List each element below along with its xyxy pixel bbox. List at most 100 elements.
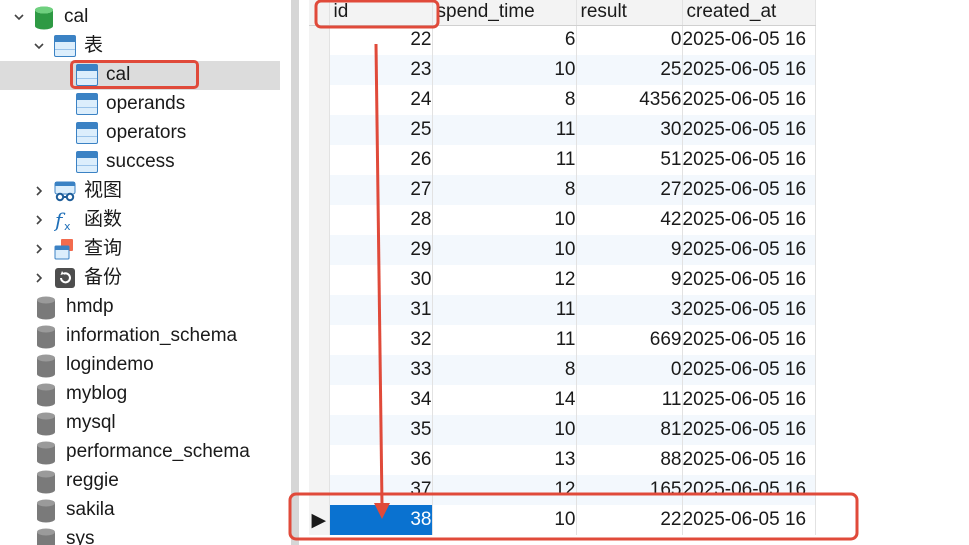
tree-node-database[interactable]: reggie xyxy=(36,467,119,495)
cell-id[interactable]: 30 xyxy=(329,265,433,295)
table-row[interactable]: 25 11 30 2025-06-05 16 xyxy=(309,115,816,145)
cell-created-at[interactable]: 2025-06-05 16 xyxy=(682,505,816,535)
tree-node-backups-folder[interactable]: 备份 xyxy=(32,264,122,292)
cell-spend-time[interactable]: 11 xyxy=(432,325,577,355)
cell-result[interactable]: 4356 xyxy=(576,85,683,115)
cell-created-at[interactable]: 2025-06-05 16 xyxy=(682,175,816,205)
cell-result[interactable]: 25 xyxy=(576,55,683,85)
cell-spend-time[interactable]: 10 xyxy=(432,415,577,445)
cell-id[interactable]: 32 xyxy=(329,325,433,355)
cell-result[interactable]: 88 xyxy=(576,445,683,475)
column-header-created-at[interactable]: created_at xyxy=(682,0,816,26)
cell-result[interactable]: 165 xyxy=(576,475,683,505)
cell-spend-time[interactable]: 14 xyxy=(432,385,577,415)
cell-id[interactable]: 36 xyxy=(329,445,433,475)
table-row[interactable]: 22 6 0 2025-06-05 16 xyxy=(309,25,816,55)
tree-node-database[interactable]: mysql xyxy=(36,409,116,437)
panel-splitter[interactable] xyxy=(291,0,299,545)
cell-created-at[interactable]: 2025-06-05 16 xyxy=(682,415,816,445)
tree-node-database[interactable]: performance_schema xyxy=(36,438,250,466)
row-header-corner[interactable] xyxy=(309,0,330,26)
chevron-right-icon[interactable] xyxy=(32,213,46,227)
cell-result[interactable]: 42 xyxy=(576,205,683,235)
cell-spend-time[interactable]: 10 xyxy=(432,235,577,265)
cell-id[interactable]: 37 xyxy=(329,475,433,505)
cell-created-at[interactable]: 2025-06-05 16 xyxy=(682,325,816,355)
cell-result[interactable]: 30 xyxy=(576,115,683,145)
cell-created-at[interactable]: 2025-06-05 16 xyxy=(682,205,816,235)
row-header[interactable] xyxy=(309,475,330,505)
tree-node-database[interactable]: logindemo xyxy=(36,351,154,379)
cell-created-at[interactable]: 2025-06-05 16 xyxy=(682,55,816,85)
chevron-down-icon[interactable] xyxy=(12,10,26,24)
table-row[interactable]: 31 11 3 2025-06-05 16 xyxy=(309,295,816,325)
chevron-down-icon[interactable] xyxy=(32,39,46,53)
cell-id[interactable]: 23 xyxy=(329,55,433,85)
cell-id[interactable]: 31 xyxy=(329,295,433,325)
chevron-right-icon[interactable] xyxy=(32,271,46,285)
cell-spend-time[interactable]: 11 xyxy=(432,115,577,145)
cell-spend-time[interactable]: 13 xyxy=(432,445,577,475)
tree-node-database-cal[interactable]: cal xyxy=(12,3,88,31)
cell-spend-time[interactable]: 10 xyxy=(432,55,577,85)
chevron-right-icon[interactable] xyxy=(32,184,46,198)
row-header[interactable] xyxy=(309,175,330,205)
cell-spend-time[interactable]: 6 xyxy=(432,25,577,55)
cell-spend-time[interactable]: 11 xyxy=(432,145,577,175)
row-header[interactable] xyxy=(309,385,330,415)
cell-created-at[interactable]: 2025-06-05 16 xyxy=(682,295,816,325)
cell-result[interactable]: 51 xyxy=(576,145,683,175)
table-row[interactable]: 32 11 669 2025-06-05 16 xyxy=(309,325,816,355)
cell-spend-time[interactable]: 10 xyxy=(432,505,577,535)
cell-created-at[interactable]: 2025-06-05 16 xyxy=(682,85,816,115)
cell-created-at[interactable]: 2025-06-05 16 xyxy=(682,475,816,505)
cell-created-at[interactable]: 2025-06-05 16 xyxy=(682,145,816,175)
tree-node-database[interactable]: information_schema xyxy=(36,322,237,350)
cell-id[interactable]: 27 xyxy=(329,175,433,205)
tree-item-table-operands[interactable]: operands xyxy=(76,90,185,118)
cell-result[interactable]: 0 xyxy=(576,355,683,385)
chevron-right-icon[interactable] xyxy=(32,242,46,256)
tree-item-table-success[interactable]: success xyxy=(76,148,175,176)
cell-spend-time[interactable]: 8 xyxy=(432,85,577,115)
row-header[interactable] xyxy=(309,415,330,445)
cell-result[interactable]: 669 xyxy=(576,325,683,355)
tree-node-views-folder[interactable]: 视图 xyxy=(32,177,122,205)
cell-id[interactable]: 34 xyxy=(329,385,433,415)
cell-id[interactable]: 29 xyxy=(329,235,433,265)
cell-result[interactable]: 0 xyxy=(576,25,683,55)
table-row[interactable]: 37 12 165 2025-06-05 16 xyxy=(309,475,816,505)
table-row[interactable]: 23 10 25 2025-06-05 16 xyxy=(309,55,816,85)
row-header[interactable] xyxy=(309,145,330,175)
cell-spend-time[interactable]: 10 xyxy=(432,205,577,235)
cell-created-at[interactable]: 2025-06-05 16 xyxy=(682,115,816,145)
tree-node-functions-folder[interactable]: fx 函数 xyxy=(32,206,122,234)
row-header[interactable] xyxy=(309,25,330,55)
cell-id[interactable]: 33 xyxy=(329,355,433,385)
row-header[interactable] xyxy=(309,115,330,145)
cell-id-selected[interactable]: 38 xyxy=(329,505,433,535)
table-row[interactable]: 27 8 27 2025-06-05 16 xyxy=(309,175,816,205)
table-row[interactable]: 29 10 9 2025-06-05 16 xyxy=(309,235,816,265)
cell-created-at[interactable]: 2025-06-05 16 xyxy=(682,265,816,295)
tree-node-queries-folder[interactable]: 查询 xyxy=(32,235,122,263)
cell-spend-time[interactable]: 8 xyxy=(432,175,577,205)
cell-result[interactable]: 3 xyxy=(576,295,683,325)
cell-id[interactable]: 28 xyxy=(329,205,433,235)
table-row[interactable]: 30 12 9 2025-06-05 16 xyxy=(309,265,816,295)
column-header-id[interactable]: id xyxy=(329,0,433,26)
table-row[interactable]: 28 10 42 2025-06-05 16 xyxy=(309,205,816,235)
cell-id[interactable]: 35 xyxy=(329,415,433,445)
cell-id[interactable]: 22 xyxy=(329,25,433,55)
tree-node-database[interactable]: myblog xyxy=(36,380,127,408)
tree-item-table-operators[interactable]: operators xyxy=(76,119,186,147)
row-header[interactable] xyxy=(309,205,330,235)
cell-created-at[interactable]: 2025-06-05 16 xyxy=(682,385,816,415)
tree-node-tables-folder[interactable]: 表 xyxy=(32,32,103,60)
cell-created-at[interactable]: 2025-06-05 16 xyxy=(682,445,816,475)
cell-result[interactable]: 9 xyxy=(576,265,683,295)
column-header-result[interactable]: result xyxy=(576,0,683,26)
cell-spend-time[interactable]: 8 xyxy=(432,355,577,385)
tree-node-database[interactable]: sys xyxy=(36,525,95,545)
row-header[interactable] xyxy=(309,55,330,85)
